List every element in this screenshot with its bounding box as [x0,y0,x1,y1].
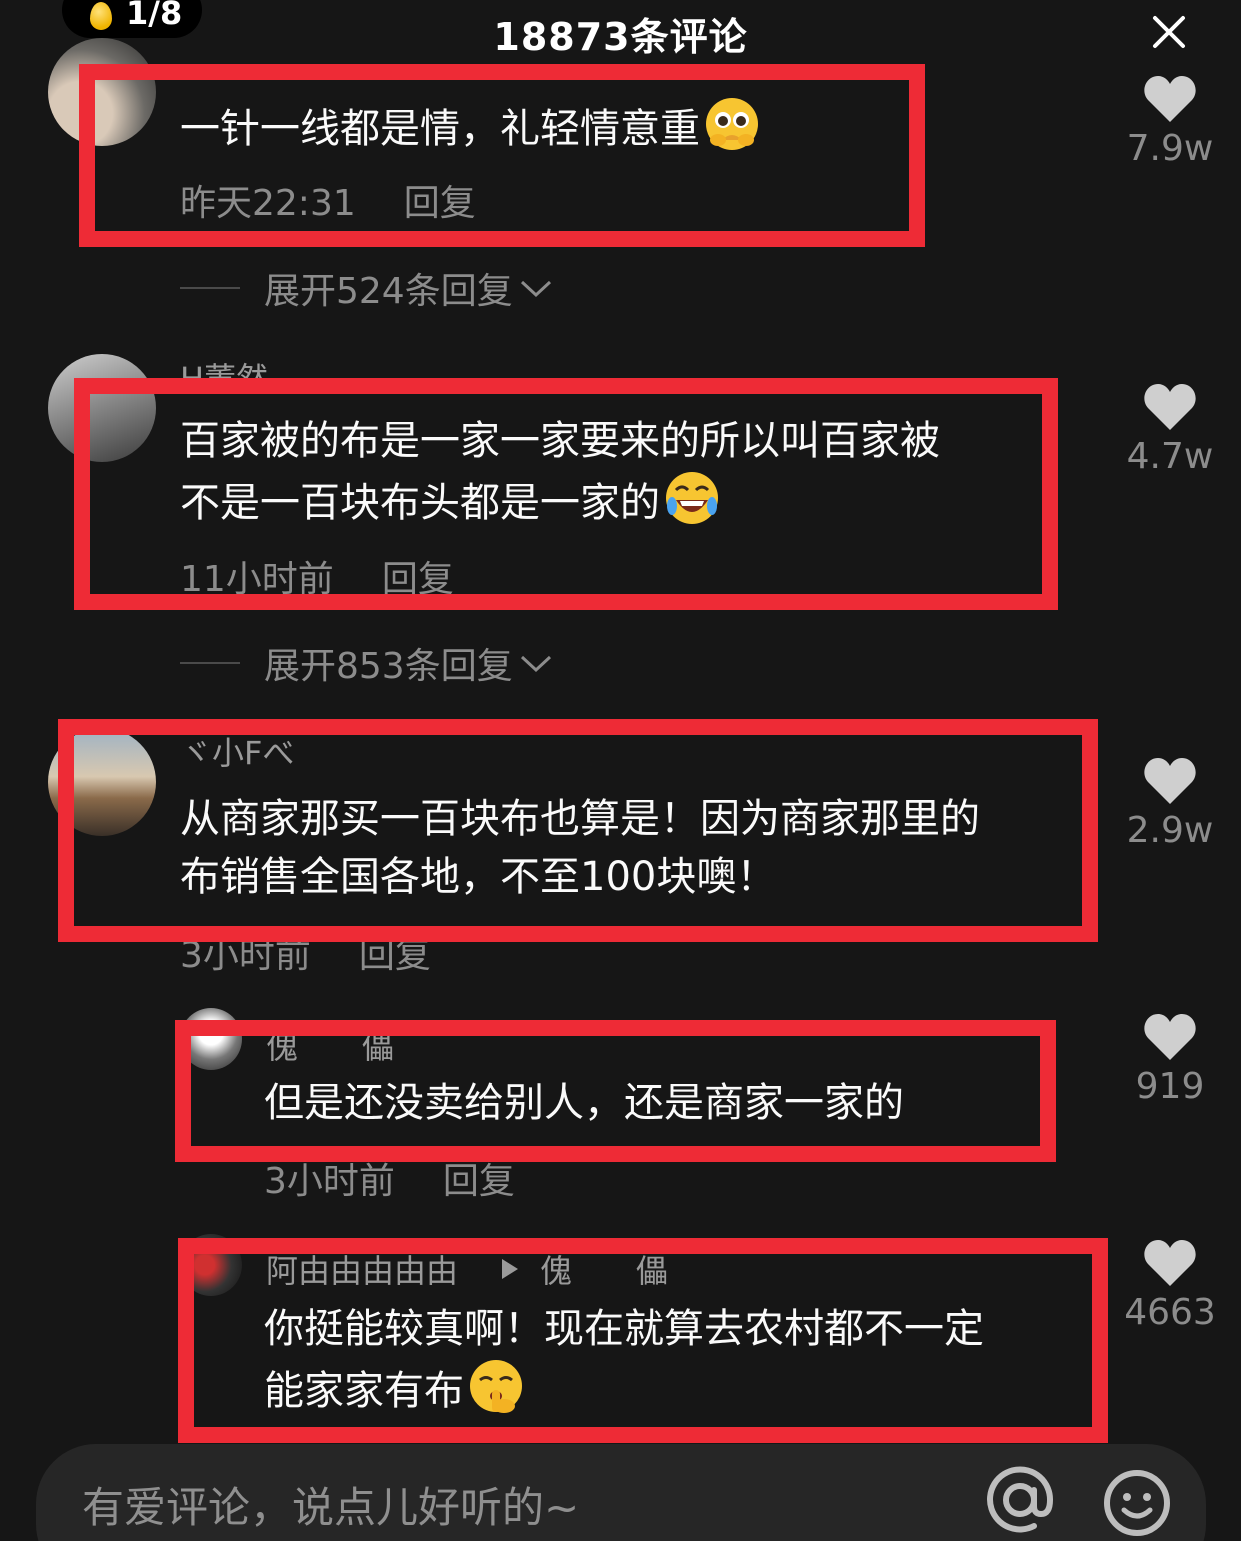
like-button[interactable]: 4.7w [1115,382,1225,477]
expand-replies-label: 展开524条回复 [264,271,513,312]
reply-button[interactable]: 回复 [443,1161,515,1202]
comment-input[interactable]: 有爱评论，说点儿好听的~ [82,1474,579,1535]
like-button[interactable]: 4663 [1115,1238,1225,1333]
highlight-box [175,1020,1056,1162]
chevron-down-icon [520,655,551,673]
comment-count-title: 18873条评论 [493,15,748,59]
expand-replies-label: 展开853条回复 [264,646,513,687]
close-icon[interactable] [1151,14,1187,50]
chevron-down-icon [520,280,551,298]
comment-time: 3小时前 [264,1161,395,1202]
expand-replies[interactable]: 展开524条回复 [180,262,553,314]
comment-input-bar[interactable]: 有爱评论，说点儿好听的~ [36,1444,1206,1541]
smile-icon[interactable] [1102,1468,1172,1538]
like-count: 7.9w [1126,128,1214,169]
heart-icon [1144,384,1196,430]
heart-icon [1144,1240,1196,1286]
divider-line [180,287,240,289]
expand-replies[interactable]: 展开853条回复 [180,637,553,689]
heart-icon [1144,758,1196,804]
like-count: 919 [1135,1066,1205,1107]
at-icon[interactable] [984,1464,1056,1536]
like-count: 4.7w [1126,436,1214,477]
highlight-box [178,1238,1108,1443]
like-count: 4663 [1124,1292,1216,1333]
highlight-box [74,378,1058,610]
highlight-box [79,64,925,247]
heart-icon [1144,1014,1196,1060]
like-button[interactable]: 7.9w [1115,74,1225,169]
like-button[interactable]: 919 [1115,1012,1225,1107]
highlight-box [58,719,1098,942]
like-button[interactable]: 2.9w [1115,756,1225,851]
heart-icon [1144,76,1196,122]
like-count: 2.9w [1126,810,1214,851]
divider-line [180,662,240,664]
